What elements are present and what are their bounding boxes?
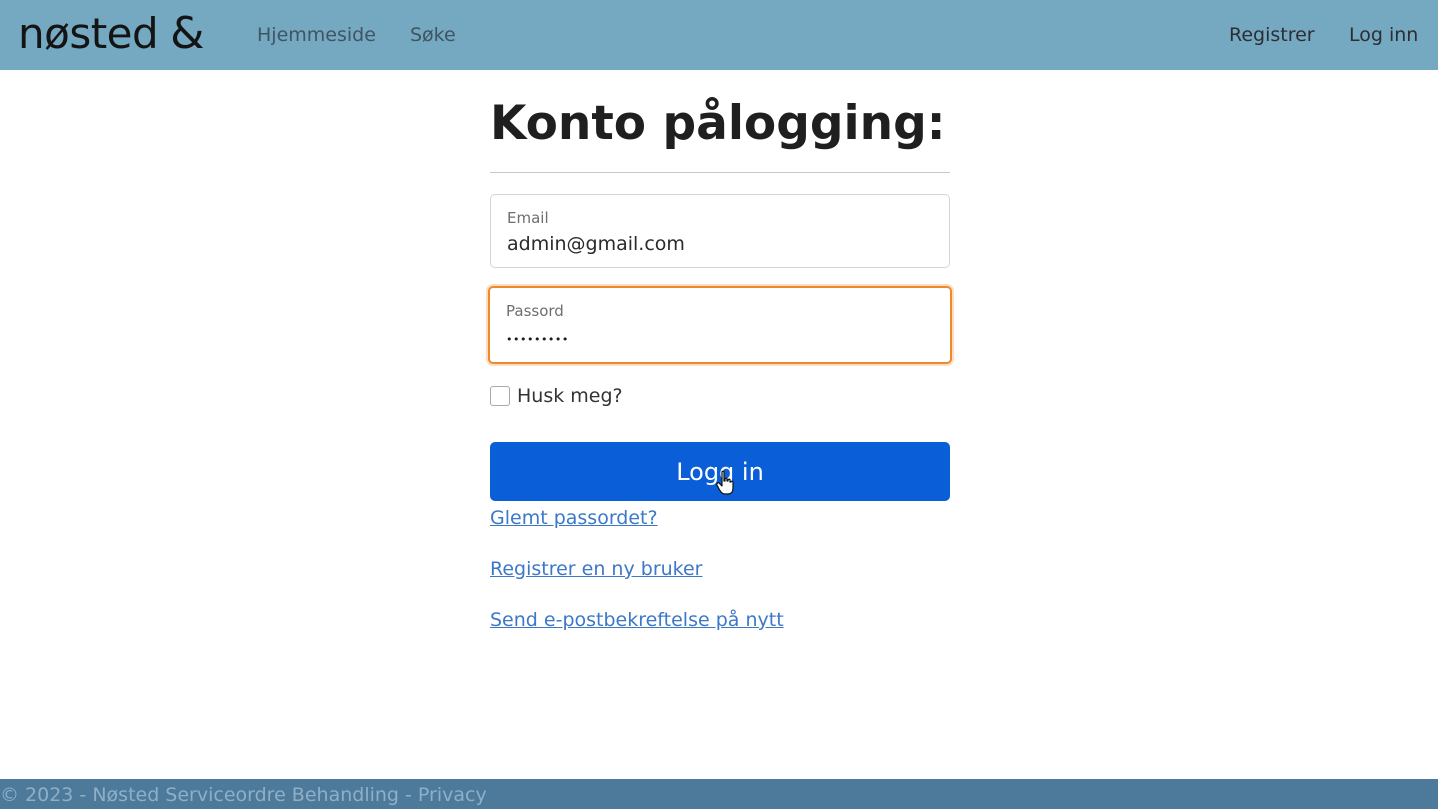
password-label: Passord <box>506 302 564 320</box>
register-new-user-link[interactable]: Registrer en ny bruker <box>490 558 703 580</box>
password-field[interactable]: Passord ••••••••• <box>488 286 952 364</box>
email-field[interactable]: Email admin@gmail.com <box>490 194 950 268</box>
page-footer: © 2023 - Nøsted Serviceordre Behandling … <box>0 779 1438 809</box>
remember-me-checkbox[interactable] <box>490 386 510 406</box>
brand-name: nøsted <box>18 9 159 58</box>
brand-ampersand-icon: & <box>170 8 205 59</box>
resend-confirmation-link[interactable]: Send e-postbekreftelse på nytt <box>490 609 784 631</box>
login-submit-button[interactable]: Logg in <box>490 442 950 501</box>
brand-logo[interactable]: nøsted & <box>18 8 204 60</box>
email-label: Email <box>507 209 549 227</box>
top-navbar: nøsted & Hjemmeside Søke Registrer Log i… <box>0 0 1438 70</box>
login-panel: Konto pålogging: Email admin@gmail.com P… <box>488 90 952 631</box>
nav-home-link[interactable]: Hjemmeside <box>257 0 376 70</box>
page-title: Konto pålogging: <box>490 96 946 151</box>
remember-me-label[interactable]: Husk meg? <box>517 385 623 407</box>
nav-search-link[interactable]: Søke <box>410 0 456 70</box>
password-value[interactable]: ••••••••• <box>506 334 569 346</box>
title-divider <box>490 172 950 173</box>
email-value[interactable]: admin@gmail.com <box>507 233 685 255</box>
footer-text: © 2023 - Nøsted Serviceordre Behandling … <box>0 784 487 806</box>
nav-login-link[interactable]: Log inn <box>1349 0 1418 70</box>
hand-pointer-cursor-icon <box>716 470 734 495</box>
nav-register-link[interactable]: Registrer <box>1229 0 1315 70</box>
forgot-password-link[interactable]: Glemt passordet? <box>490 507 658 529</box>
remember-me-row[interactable]: Husk meg? <box>490 385 623 407</box>
